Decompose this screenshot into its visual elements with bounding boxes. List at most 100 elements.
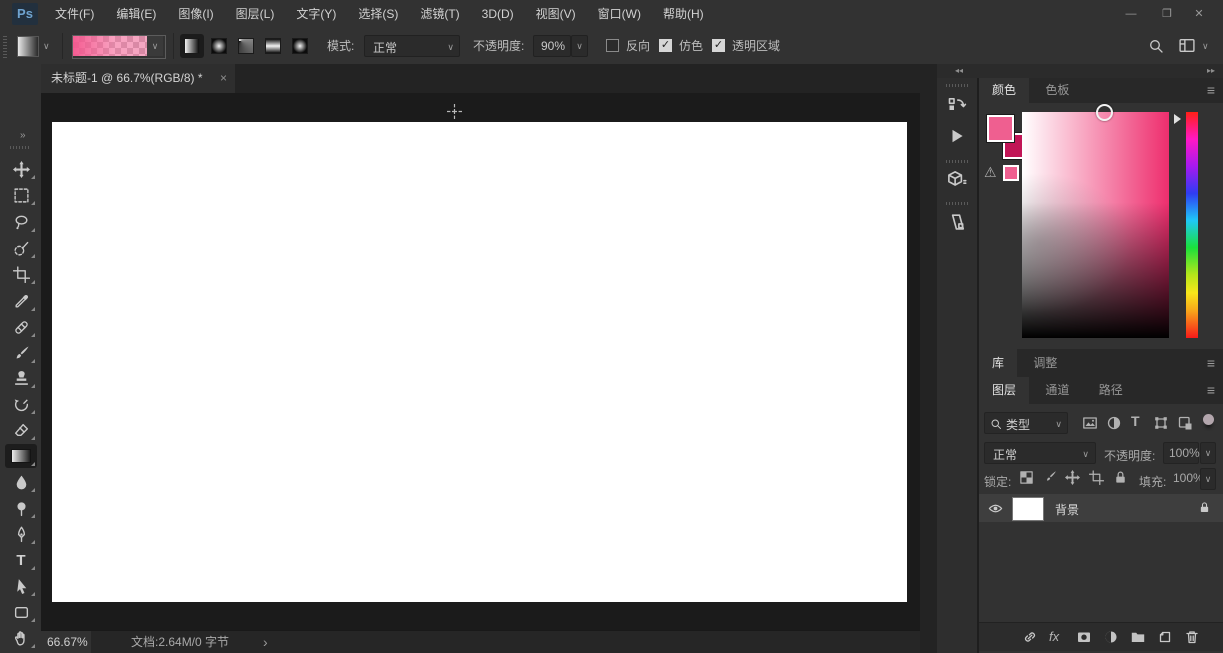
toolbar-expand-button[interactable]: »	[20, 130, 26, 141]
tab-adjust[interactable]: 调整	[1020, 349, 1070, 377]
tab-close-icon[interactable]: ×	[220, 64, 227, 93]
history-brush-tool[interactable]	[5, 392, 37, 416]
link-layers-button[interactable]	[1022, 629, 1038, 645]
path-selection-tool[interactable]	[5, 574, 37, 598]
rectangular-marquee-tool[interactable]	[5, 183, 37, 207]
tool-preset-thumbnail[interactable]	[17, 36, 39, 57]
properties-panel-button[interactable]	[941, 208, 973, 236]
gradient-tool[interactable]	[5, 444, 37, 468]
tab-channels[interactable]: 通道	[1032, 377, 1082, 404]
maximize-button[interactable]: ❐	[1152, 0, 1182, 28]
collapse-dock-left-icon[interactable]: ◂◂	[955, 64, 963, 78]
filter-adjustment-layers-button[interactable]	[1106, 415, 1122, 431]
layer-filtering-toggle[interactable]	[1203, 414, 1214, 425]
eraser-tool[interactable]	[5, 418, 37, 442]
3d-panel-button[interactable]	[941, 166, 973, 194]
zoom-level-field[interactable]: 66.67%	[41, 631, 91, 653]
clone-stamp-tool[interactable]	[5, 366, 37, 390]
filter-type-layers-button[interactable]: T	[1131, 413, 1140, 429]
menu-layer[interactable]: 图层(L)	[225, 0, 286, 28]
gamut-closest-color-swatch[interactable]	[1003, 165, 1019, 181]
menu-help[interactable]: 帮助(H)	[652, 0, 715, 28]
lock-pixels-button[interactable]	[1043, 470, 1058, 485]
linear-gradient-button[interactable]	[180, 34, 204, 58]
workspace-switcher-button[interactable]	[1178, 37, 1196, 54]
color-panel-menu-icon[interactable]: ≡	[1207, 78, 1215, 103]
tab-color[interactable]: 颜色	[979, 78, 1029, 103]
collapse-dock-right-icon[interactable]: ▸▸	[1207, 64, 1215, 78]
filter-shape-layers-button[interactable]	[1153, 415, 1169, 431]
new-group-button[interactable]	[1130, 629, 1146, 645]
filter-pixel-layers-button[interactable]	[1082, 415, 1098, 431]
minimize-button[interactable]: —	[1116, 0, 1146, 28]
history-panel-button[interactable]	[941, 92, 973, 120]
strip-grip-handle-2[interactable]	[946, 160, 968, 163]
toolbar-grip-handle[interactable]	[10, 146, 31, 149]
layer-blend-mode-select[interactable]: 正常 ∨	[984, 442, 1096, 464]
blur-tool[interactable]	[5, 470, 37, 494]
rectangle-tool[interactable]	[5, 600, 37, 624]
strip-grip-handle-3[interactable]	[946, 202, 968, 205]
tool-preset-chevron-icon[interactable]: ∨	[43, 41, 50, 52]
new-adjustment-layer-button[interactable]	[1103, 629, 1119, 645]
layer-fill-input[interactable]: 100%	[1173, 468, 1199, 490]
tab-paths[interactable]: 路径	[1086, 377, 1136, 404]
layer-visibility-toggle[interactable]	[987, 501, 1004, 516]
spot-healing-brush-tool[interactable]	[5, 315, 37, 339]
lock-all-button[interactable]	[1113, 470, 1128, 485]
opacity-dropdown-button[interactable]: ∨	[571, 35, 588, 57]
layer-style-button[interactable]: fx	[1049, 629, 1059, 644]
document-tab[interactable]: 未标题-1 @ 66.7%(RGB/8) * ×	[41, 64, 235, 93]
foreground-color-swatch[interactable]	[987, 115, 1014, 142]
lock-transparency-button[interactable]	[1019, 470, 1034, 485]
close-button[interactable]: ✕	[1184, 0, 1214, 28]
new-layer-button[interactable]	[1157, 629, 1173, 645]
menu-image[interactable]: 图像(I)	[167, 0, 224, 28]
add-layer-mask-button[interactable]	[1076, 629, 1092, 645]
crop-tool[interactable]	[5, 262, 37, 286]
gradient-preview[interactable]	[73, 36, 147, 56]
menu-filter[interactable]: 滤镜(T)	[409, 0, 470, 28]
tab-library[interactable]: 库	[979, 349, 1017, 377]
menu-window[interactable]: 窗口(W)	[587, 0, 652, 28]
status-chevron-icon[interactable]: ›	[263, 631, 268, 653]
layer-thumbnail[interactable]	[1012, 497, 1044, 521]
menu-select[interactable]: 选择(S)	[347, 0, 409, 28]
layer-filter-type-select[interactable]: 类型 ∨	[984, 412, 1068, 434]
lock-position-button[interactable]	[1065, 470, 1080, 485]
workspace-chevron-icon[interactable]: ∨	[1202, 41, 1209, 52]
blend-mode-select[interactable]: 正常 ∨	[364, 35, 460, 57]
radial-gradient-button[interactable]	[207, 34, 231, 58]
reverse-checkbox[interactable]	[606, 39, 619, 52]
dodge-tool[interactable]	[5, 496, 37, 520]
menu-edit[interactable]: 编辑(E)	[105, 0, 167, 28]
lock-artboard-button[interactable]	[1089, 470, 1104, 485]
type-tool[interactable]: T	[5, 548, 37, 572]
tab-swatches[interactable]: 色板	[1032, 78, 1082, 103]
actions-panel-button[interactable]	[941, 122, 973, 150]
document-canvas[interactable]	[52, 122, 907, 602]
library-panel-menu-icon[interactable]: ≡	[1207, 349, 1215, 377]
pen-tool[interactable]	[5, 522, 37, 546]
move-tool[interactable]	[5, 157, 37, 181]
menu-view[interactable]: 视图(V)	[525, 0, 587, 28]
delete-layer-button[interactable]	[1184, 629, 1200, 645]
hand-tool[interactable]	[5, 626, 37, 650]
gradient-picker-button[interactable]: ∨	[147, 36, 163, 56]
brush-tool[interactable]	[5, 341, 37, 365]
quick-selection-tool[interactable]	[5, 236, 37, 260]
diamond-gradient-button[interactable]	[288, 34, 312, 58]
hue-slider[interactable]	[1186, 112, 1198, 338]
layer-opacity-input[interactable]: 100%	[1163, 442, 1199, 464]
layer-opacity-dropdown[interactable]: ∨	[1200, 442, 1216, 464]
transparency-checkbox[interactable]: ✓	[712, 39, 725, 52]
menu-type[interactable]: 文字(Y)	[285, 0, 347, 28]
eyedropper-tool[interactable]	[5, 289, 37, 313]
options-grip-handle[interactable]	[3, 34, 7, 58]
tab-layers[interactable]: 图层	[979, 377, 1029, 404]
reflected-gradient-button[interactable]	[261, 34, 285, 58]
search-button[interactable]	[1148, 38, 1164, 54]
menu-file[interactable]: 文件(F)	[44, 0, 105, 28]
menu-3d[interactable]: 3D(D)	[471, 0, 525, 28]
gradient-editor-control[interactable]: ∨	[72, 35, 166, 59]
